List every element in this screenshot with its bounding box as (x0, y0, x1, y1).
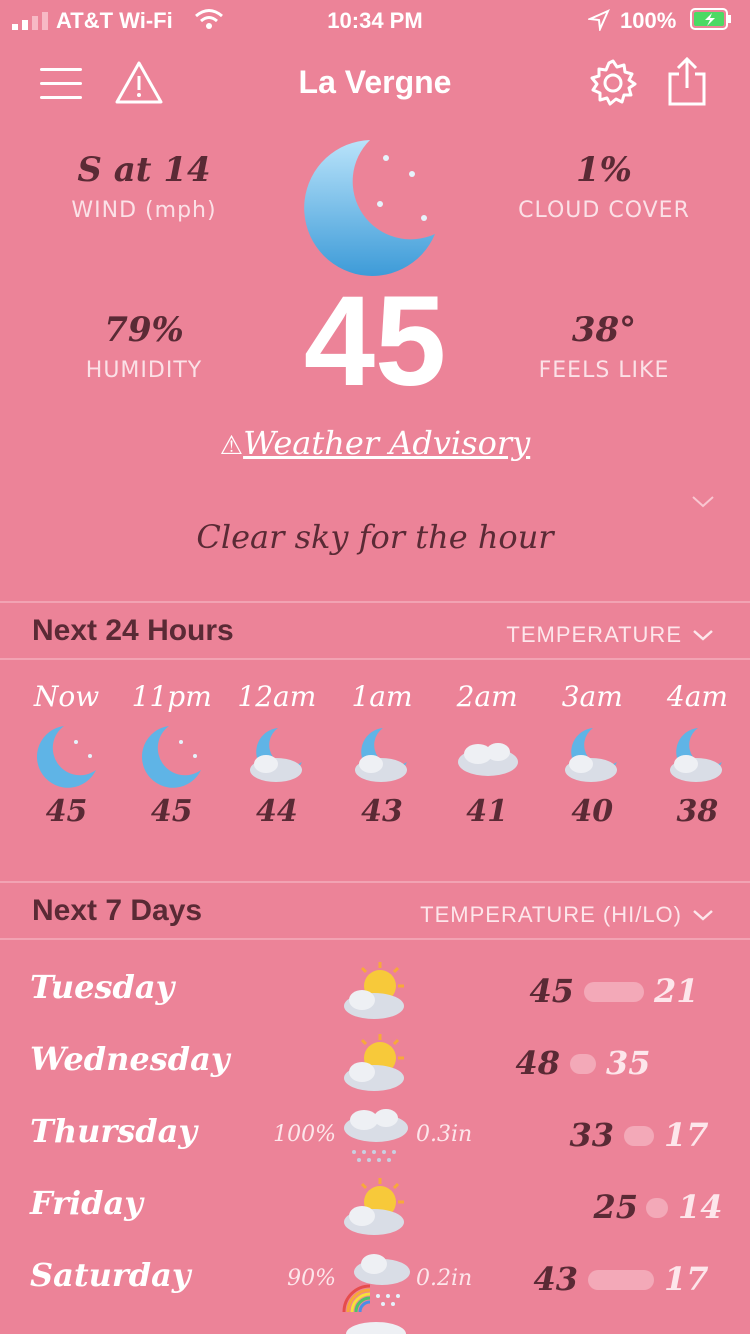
rainbow-cloud-icon (342, 1254, 410, 1313)
day-low: 17 (664, 1116, 709, 1154)
hour-item: 12am 44 (224, 680, 329, 860)
temp-range-bar (646, 1198, 668, 1218)
day-low: 17 (664, 1260, 709, 1298)
hour-label: Now (33, 680, 100, 713)
day-row-friday[interactable]: Friday 25 14 (0, 1174, 750, 1246)
wind-label: WIND (mph) (71, 198, 217, 223)
precip-amount: 0.2in (416, 1266, 473, 1291)
day-high: 33 (569, 1116, 614, 1154)
current-temperature: 45 (303, 270, 447, 413)
hour-temp: 38 (676, 794, 719, 829)
day-high: 43 (533, 1260, 578, 1298)
cloud-cover-label: CLOUD COVER (518, 198, 690, 223)
moon-cloud-icon (354, 728, 407, 782)
share-icon[interactable] (664, 56, 710, 108)
hour-item: 3am 40 (540, 680, 645, 860)
day-name: Thursday (30, 1112, 197, 1150)
hour-label: 2am (456, 680, 518, 713)
day-row-saturday[interactable]: Saturday 90% 0.2in 43 17 (0, 1246, 750, 1318)
moon-icon (141, 726, 201, 788)
gear-icon[interactable] (588, 58, 638, 108)
day-row-thursday[interactable]: Thursday 100% 0.3in 33 17 (0, 1102, 750, 1174)
day-row-wednesday[interactable]: Wednesday 48 35 (0, 1030, 750, 1102)
divider (0, 658, 750, 660)
moon-cloud-icon (565, 728, 618, 782)
advisory-text: Weather Advisory (243, 424, 531, 462)
day-name: Friday (30, 1184, 143, 1222)
hours-selector-label: TEMPERATURE (506, 622, 682, 647)
next-7-days-title: Next 7 Days (32, 894, 203, 927)
hour-label: 12am (237, 680, 317, 713)
temp-range-bar (584, 982, 644, 1002)
divider (0, 601, 750, 603)
hour-item: Now 45 (14, 680, 119, 860)
moon-cloud-icon (249, 728, 302, 782)
sun-cloud-icon (344, 1178, 404, 1235)
hour-temp: 44 (255, 794, 298, 829)
temp-range-bar (570, 1054, 596, 1074)
sun-cloud-icon (344, 962, 404, 1019)
days-metric-selector[interactable]: TEMPERATURE (HI/LO) (420, 902, 714, 928)
hour-item: 1am 43 (329, 680, 434, 860)
moon-cloud-icon (670, 728, 723, 782)
battery-icon (690, 8, 731, 30)
day-low: 21 (654, 972, 699, 1010)
day-low: 14 (678, 1188, 723, 1226)
hour-label: 11pm (131, 680, 212, 713)
day-name: Saturday (30, 1256, 191, 1294)
day-name: Wednesday (30, 1040, 230, 1078)
snow-cloud-icon (344, 1109, 408, 1162)
cloud-cover-value: 1% (576, 150, 632, 190)
day-row-tuesday[interactable]: Tuesday 45 21 (0, 958, 750, 1030)
hour-temp: 43 (361, 794, 403, 829)
moon-icon (304, 140, 435, 276)
chevron-down-icon[interactable] (690, 492, 716, 510)
chevron-down-icon (693, 630, 713, 641)
day-low: 35 (606, 1044, 651, 1082)
temp-range-bar (588, 1270, 654, 1290)
cloud-icon (346, 1322, 406, 1334)
next-24-hours-title: Next 24 Hours (32, 614, 234, 647)
precip-chance: 90% (287, 1266, 336, 1291)
hour-label: 1am (351, 680, 413, 713)
status-bar: AT&T Wi-Fi 10:34 PM 100% (0, 0, 750, 40)
hour-summary: Clear sky for the hour (196, 518, 554, 556)
hour-temp: 40 (571, 794, 614, 829)
weather-advisory-link[interactable]: ⚠Weather Advisory (0, 424, 750, 462)
sun-cloud-icon (344, 1034, 404, 1091)
hour-label: 3am (561, 680, 623, 713)
temp-range-bar (624, 1126, 654, 1146)
chevron-down-icon (693, 910, 713, 921)
location-arrow-icon (588, 9, 610, 31)
hour-temp: 45 (150, 794, 193, 829)
day-high: 45 (529, 972, 574, 1010)
day-high: 48 (515, 1044, 560, 1082)
precip-amount: 0.3in (416, 1122, 473, 1147)
hour-temp: 41 (466, 794, 508, 829)
day-high: 25 (593, 1188, 638, 1226)
battery-percent: 100% (620, 8, 677, 33)
hourly-forecast-strip[interactable]: Now 45 11pm 45 12am 44 1am 43 2am 41 3am… (14, 680, 750, 860)
hours-metric-selector[interactable]: TEMPERATURE (506, 622, 714, 648)
divider (0, 881, 750, 883)
hour-label: 4am (666, 680, 728, 713)
day-name: Tuesday (30, 968, 175, 1006)
moon-icon (36, 726, 96, 788)
cloud-icon (458, 743, 519, 776)
hour-item: 4am 38 (645, 680, 750, 860)
precip-chance: 100% (273, 1122, 336, 1147)
hour-item: 2am 41 (435, 680, 540, 860)
advisory-warning-icon: ⚠ (219, 431, 244, 461)
hour-item: 11pm 45 (119, 680, 224, 860)
days-selector-label: TEMPERATURE (HI/LO) (420, 902, 682, 927)
divider (0, 938, 750, 940)
wind-value: S at 14 (77, 150, 211, 190)
hour-temp: 45 (45, 794, 88, 829)
